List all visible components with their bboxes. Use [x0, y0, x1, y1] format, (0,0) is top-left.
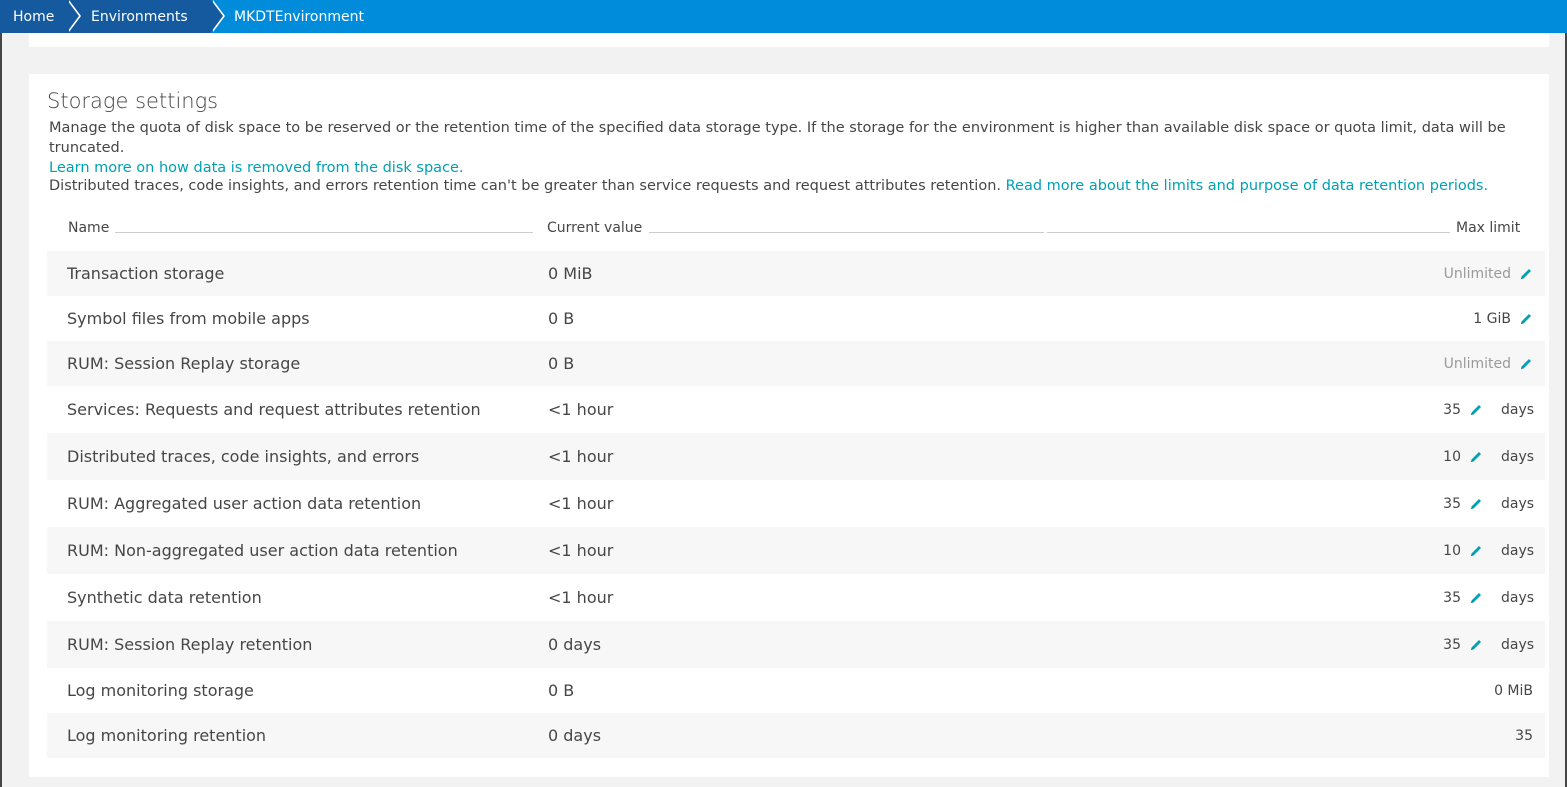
edit-pencil-icon[interactable]	[1469, 638, 1483, 652]
max-limit-unit: days	[1501, 495, 1535, 512]
breadcrumb-home-label: Home	[13, 8, 55, 25]
table-row: RUM: Session Replay storage 0 B Unlimite…	[47, 341, 1545, 386]
row-current-value: <1 hour	[548, 400, 614, 419]
row-current-value: 0 days	[548, 635, 602, 654]
max-limit-unit: days	[1501, 636, 1535, 653]
row-name: Services: Requests and request attribute…	[67, 400, 481, 419]
row-name: Log monitoring storage	[67, 681, 254, 700]
row-name: RUM: Aggregated user action data retenti…	[67, 494, 422, 513]
max-limit-value: Unlimited	[1443, 355, 1511, 372]
row-name: RUM: Session Replay retention	[67, 635, 313, 654]
breadcrumb-home[interactable]: Home	[0, 0, 81, 33]
max-limit-unit: days	[1501, 542, 1535, 559]
row-current-value: 0 B	[548, 309, 575, 328]
table-row: Symbol files from mobile apps 0 B 1 GiB	[47, 296, 1545, 341]
edit-pencil-icon[interactable]	[1469, 591, 1483, 605]
row-current-value: <1 hour	[548, 494, 614, 513]
header-divider	[1047, 232, 1450, 233]
max-limit-value: 35	[1443, 495, 1461, 512]
row-name: Log monitoring retention	[67, 726, 267, 745]
row-name: Synthetic data retention	[67, 588, 262, 607]
edit-pencil-icon[interactable]	[1519, 312, 1533, 326]
row-name: RUM: Non-aggregated user action data ret…	[67, 541, 458, 560]
row-current-value: <1 hour	[548, 541, 614, 560]
table-row: Log monitoring retention 0 days 35	[47, 713, 1545, 758]
table-row: Transaction storage 0 MiB Unlimited	[47, 251, 1545, 296]
edit-pencil-icon[interactable]	[1469, 403, 1483, 417]
read-more-link[interactable]: Read more about the limits and purpose o…	[1006, 178, 1488, 194]
max-limit-value: 10	[1443, 542, 1461, 559]
row-current-value: 0 B	[548, 354, 575, 373]
row-max-limit: 35 days	[1443, 589, 1535, 606]
max-limit-unit: days	[1501, 401, 1535, 418]
max-limit-value: 35	[1515, 727, 1533, 744]
row-max-limit: 35	[1515, 728, 1533, 744]
row-max-limit: 0 MiB	[1494, 683, 1533, 699]
row-max-limit: 10 days	[1443, 542, 1535, 559]
column-header-current[interactable]: Current value	[547, 220, 642, 236]
edit-pencil-icon[interactable]	[1519, 357, 1533, 371]
breadcrumb-environments[interactable]: Environments	[67, 0, 225, 33]
max-limit-value: 1 GiB	[1473, 310, 1511, 327]
max-limit-value: 35	[1443, 636, 1461, 653]
max-limit-value: 10	[1443, 448, 1461, 465]
max-limit-value: 0 MiB	[1494, 682, 1533, 699]
description-text: Manage the quota of disk space to be res…	[49, 120, 1506, 156]
row-name: Distributed traces, code insights, and e…	[67, 447, 420, 466]
storage-settings-card: Storage settings Manage the quota of dis…	[29, 74, 1549, 777]
row-current-value: 0 days	[548, 726, 602, 745]
breadcrumb-current-label: MKDTEnvironment	[234, 8, 364, 25]
max-limit-value: 35	[1443, 589, 1461, 606]
table-row: RUM: Aggregated user action data retenti…	[47, 480, 1545, 527]
table-row: Synthetic data retention <1 hour 35 days	[47, 574, 1545, 621]
row-name: Transaction storage	[67, 264, 225, 283]
row-max-limit: 35 days	[1443, 401, 1535, 418]
learn-more-link[interactable]: Learn more on how data is removed from t…	[49, 160, 464, 176]
row-name: RUM: Session Replay storage	[67, 354, 301, 373]
row-max-limit: 35 days	[1443, 495, 1535, 512]
section-title: Storage settings	[47, 89, 219, 113]
max-limit-unit: days	[1501, 448, 1535, 465]
row-name: Symbol files from mobile apps	[67, 309, 310, 328]
retention-note: Distributed traces, code insights, and e…	[49, 178, 1549, 194]
storage-table: Transaction storage 0 MiB Unlimited Symb…	[47, 251, 1545, 758]
edit-pencil-icon[interactable]	[1469, 450, 1483, 464]
section-description: Manage the quota of disk space to be res…	[49, 118, 1549, 178]
retention-note-text: Distributed traces, code insights, and e…	[49, 178, 1001, 194]
row-max-limit: 35 days	[1443, 636, 1535, 653]
table-row: Distributed traces, code insights, and e…	[47, 433, 1545, 480]
max-limit-value: 35	[1443, 401, 1461, 418]
row-current-value: <1 hour	[548, 447, 614, 466]
edit-pencil-icon[interactable]	[1519, 267, 1533, 281]
row-current-value: 0 MiB	[548, 264, 593, 283]
breadcrumb: Home Environments MKDTEnvironment	[0, 0, 1567, 33]
column-header-name[interactable]: Name	[68, 220, 109, 236]
row-max-limit: Unlimited	[1444, 356, 1533, 372]
header-divider	[649, 232, 1044, 233]
max-limit-value: Unlimited	[1443, 265, 1511, 282]
edit-pencil-icon[interactable]	[1469, 544, 1483, 558]
breadcrumb-current: MKDTEnvironment	[211, 0, 364, 33]
column-header-max[interactable]: Max limit	[1456, 220, 1520, 236]
table-row: Services: Requests and request attribute…	[47, 386, 1545, 433]
row-current-value: 0 B	[548, 681, 575, 700]
row-current-value: <1 hour	[548, 588, 614, 607]
table-row: RUM: Non-aggregated user action data ret…	[47, 527, 1545, 574]
header-divider	[115, 232, 533, 233]
window-left-border	[0, 0, 2, 787]
edit-pencil-icon[interactable]	[1469, 497, 1483, 511]
table-row: RUM: Session Replay retention 0 days 35 …	[47, 621, 1545, 668]
previous-section-card	[29, 33, 1549, 47]
table-row: Log monitoring storage 0 B 0 MiB	[47, 668, 1545, 713]
table-header: Name Current value Max limit	[68, 220, 1523, 240]
row-max-limit: Unlimited	[1444, 266, 1533, 282]
row-max-limit: 1 GiB	[1473, 311, 1533, 327]
max-limit-unit: days	[1501, 589, 1535, 606]
row-max-limit: 10 days	[1443, 448, 1535, 465]
breadcrumb-environments-label: Environments	[91, 8, 188, 25]
